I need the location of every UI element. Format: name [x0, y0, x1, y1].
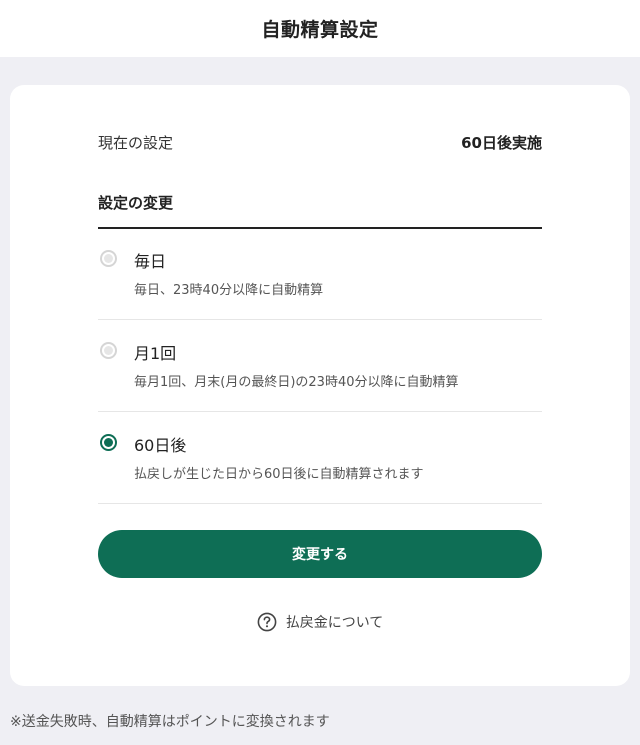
option-title: 月1回: [134, 344, 177, 363]
option-description: 払戻しが生じた日から60日後に自動精算されます: [134, 467, 424, 482]
current-setting-label: 現在の設定: [98, 133, 174, 152]
page-header: 自動精算設定: [0, 0, 640, 57]
page-title: 自動精算設定: [261, 19, 379, 41]
help-link-label: 払戻金について: [285, 615, 384, 631]
refund-help-link[interactable]: 払戻金について: [10, 612, 630, 632]
current-setting-value: 60日後実施: [461, 133, 542, 152]
radio-dot: [104, 438, 113, 447]
current-setting-row: 現在の設定 60日後実施: [98, 132, 542, 152]
change-button[interactable]: 変更する: [98, 530, 542, 578]
option-monthly[interactable]: 月1回 毎月1回、月末(月の最終日)の23時40分以降に自動精算: [98, 320, 542, 412]
settings-card: 現在の設定 60日後実施 設定の変更 毎日 毎日、23時40分以降に自動精算 月…: [10, 85, 630, 686]
radio-daily[interactable]: [100, 250, 117, 267]
radio-60-days[interactable]: [100, 434, 117, 451]
radio-dot: [104, 346, 113, 355]
option-daily[interactable]: 毎日 毎日、23時40分以降に自動精算: [98, 228, 542, 320]
option-60-days[interactable]: 60日後 払戻しが生じた日から60日後に自動精算されます: [98, 412, 542, 504]
radio-monthly[interactable]: [100, 342, 117, 359]
option-title: 毎日: [134, 252, 167, 271]
change-section-heading: 設定の変更: [98, 192, 542, 229]
footer-note: ※送金失敗時、自動精算はポイントに変換されます: [10, 714, 330, 730]
radio-dot: [104, 254, 113, 263]
option-title: 60日後: [134, 436, 187, 455]
option-description: 毎日、23時40分以降に自動精算: [134, 283, 324, 298]
question-circle-icon: [257, 612, 277, 632]
option-description: 毎月1回、月末(月の最終日)の23時40分以降に自動精算: [134, 375, 459, 390]
